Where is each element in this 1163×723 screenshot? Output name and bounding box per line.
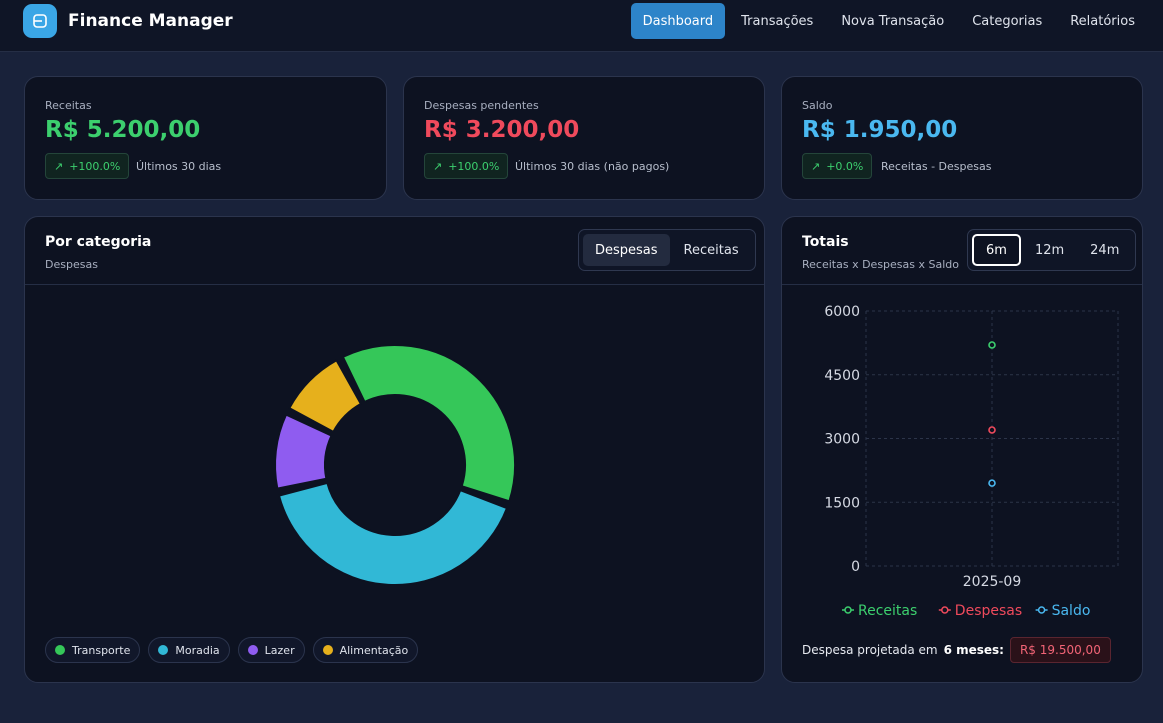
totals-chart: 6000 4500 3000 1500 0 2025-09 Receitas Despesas… — [824, 304, 1119, 619]
y-tick-label: 3000 — [824, 432, 860, 448]
legend-item-moradia[interactable]: Moradia — [148, 637, 230, 663]
card-title: Totais — [802, 234, 849, 250]
category-donut-chart — [274, 344, 516, 586]
trend-up-icon: ↗ — [433, 159, 443, 173]
nav-nova-transacao[interactable]: Nova Transação — [829, 3, 956, 39]
divider — [782, 284, 1142, 285]
legend-item-lazer[interactable]: Lazer — [237, 637, 305, 663]
legend-item-alimentacao[interactable]: Alimentação — [312, 637, 419, 663]
projection-value: R$ 19.500,00 — [1009, 637, 1111, 663]
category-legend: Transporte Moradia Lazer Alimentação — [45, 637, 419, 663]
point-despesas[interactable] — [988, 426, 996, 434]
stat-value: R$ 3.200,00 — [424, 117, 580, 143]
wallet-icon — [23, 4, 57, 38]
y-tick-label: 6000 — [824, 304, 860, 320]
legend-label: Transporte — [72, 643, 131, 657]
trend-up-icon: ↗ — [54, 159, 64, 173]
trend-up-icon: ↗ — [811, 159, 821, 173]
projection-row: Despesa projetada em 6 meses: R$ 19.500,… — [802, 637, 1111, 663]
legend-saldo[interactable]: Saldo — [1052, 603, 1091, 619]
legend-marker — [1037, 606, 1046, 614]
stat-note: Últimos 30 dias — [136, 160, 222, 173]
legend-despesas[interactable]: Despesas — [955, 603, 1022, 619]
divider — [25, 284, 764, 285]
range-12m[interactable]: 12m — [1023, 234, 1076, 266]
point-saldo[interactable] — [988, 479, 996, 487]
totals-card: Totais Receitas x Despesas x Saldo 6m 12… — [781, 216, 1143, 683]
x-tick-label: 2025-09 — [963, 574, 1022, 590]
legend-label: Alimentação — [339, 643, 409, 657]
card-subtitle: Despesas — [45, 258, 98, 271]
nav-transacoes[interactable]: Transações — [729, 3, 825, 39]
nav-dashboard[interactable]: Dashboard — [630, 3, 726, 39]
change-badge: ↗ +0.0% — [802, 153, 873, 179]
projection-period: 6 meses: — [943, 643, 1004, 657]
toggle-receitas[interactable]: Receitas — [672, 234, 751, 266]
range-toggle: 6m 12m 24m — [967, 229, 1137, 271]
y-tick-label: 4500 — [824, 368, 860, 384]
stat-card-receitas: Receitas R$ 5.200,00 ↗ +100.0% Últimos 3… — [24, 76, 387, 200]
range-24m[interactable]: 24m — [1078, 234, 1131, 266]
donut-slice-1[interactable] — [277, 481, 508, 586]
legend-label: Moradia — [175, 643, 220, 657]
y-tick-label: 0 — [851, 559, 860, 575]
stat-note: Receitas - Despesas — [881, 160, 992, 173]
top-bar: Finance Manager Dashboard Transações Nov… — [0, 0, 1163, 52]
change-value: +0.0% — [826, 159, 864, 173]
legend-dot — [322, 645, 333, 655]
stat-label: Saldo — [802, 99, 833, 112]
legend-dot — [247, 645, 258, 655]
change-value: +100.0% — [448, 159, 500, 173]
projection-prefix: Despesa projetada em — [802, 643, 938, 657]
stat-value: R$ 5.200,00 — [45, 117, 201, 143]
toggle-despesas[interactable]: Despesas — [583, 234, 670, 266]
app-title: Finance Manager — [68, 11, 233, 31]
point-receitas[interactable] — [988, 341, 996, 349]
nav-relatorios[interactable]: Relatórios — [1058, 3, 1147, 39]
stat-label: Despesas pendentes — [424, 99, 539, 112]
donut-slice-0[interactable] — [341, 344, 516, 503]
legend-receitas[interactable]: Receitas — [858, 603, 917, 619]
stat-label: Receitas — [45, 99, 92, 112]
stat-value: R$ 1.950,00 — [802, 117, 958, 143]
y-tick-label: 1500 — [824, 495, 860, 511]
main-nav: Dashboard Transações Nova Transação Cate… — [630, 3, 1147, 39]
change-badge: ↗ +100.0% — [424, 153, 509, 179]
legend-dot — [55, 645, 65, 655]
legend-marker — [941, 606, 949, 614]
legend-item-transporte[interactable]: Transporte — [45, 637, 141, 663]
legend-dot — [158, 645, 169, 655]
stat-note: Últimos 30 dias (não pagos) — [515, 160, 670, 173]
card-subtitle: Receitas x Despesas x Saldo — [802, 258, 959, 271]
nav-categorias[interactable]: Categorias — [960, 3, 1054, 39]
range-6m[interactable]: 6m — [972, 234, 1021, 266]
card-title: Por categoria — [45, 234, 152, 250]
category-card: Por categoria Despesas Despesas Receitas… — [24, 216, 765, 683]
category-type-toggle: Despesas Receitas — [578, 229, 756, 271]
change-value: +100.0% — [69, 159, 121, 173]
stat-card-saldo: Saldo R$ 1.950,00 ↗ +0.0% Receitas - Des… — [781, 76, 1143, 200]
change-badge: ↗ +100.0% — [45, 153, 130, 179]
legend-label: Lazer — [264, 643, 295, 657]
stat-card-despesas: Despesas pendentes R$ 3.200,00 ↗ +100.0%… — [403, 76, 765, 200]
legend-marker — [844, 606, 852, 614]
